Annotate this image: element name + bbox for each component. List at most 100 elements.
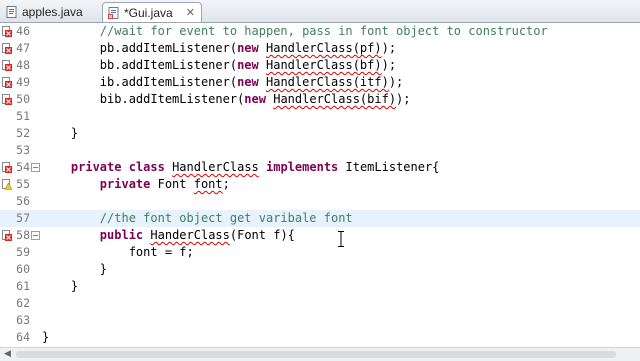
error-token: font	[193, 177, 223, 191]
error-marker-icon[interactable]	[2, 43, 12, 54]
keyword-token: private	[70, 160, 122, 174]
code-token: }	[42, 126, 79, 140]
code-token: Font	[150, 177, 194, 191]
error-marker-icon[interactable]	[2, 77, 12, 88]
code-text[interactable]: ib.addItemListener(new HandlerClass(itf)…	[42, 74, 403, 91]
code-text[interactable]: bb.addItemListener(new HandlerClass(bf))…	[42, 57, 396, 74]
scrollbar-thumb[interactable]	[16, 351, 616, 358]
code-text[interactable]: private Font font;	[42, 176, 230, 193]
code-line[interactable]: 47 pb.addItemListener(new HandlerClass(p…	[0, 40, 640, 57]
error-marker-icon[interactable]	[2, 162, 12, 173]
code-token: font = f;	[42, 245, 194, 259]
code-line[interactable]: 57 //the font object get varibale font	[0, 210, 640, 227]
error-marker-icon[interactable]	[2, 230, 12, 241]
code-text[interactable]: public HanderClass(Font f){	[42, 227, 295, 244]
horizontal-scrollbar[interactable]: ◀	[0, 347, 640, 361]
line-number: 59	[16, 245, 30, 259]
code-editor[interactable]: 46 //wait for event to happen, pass in f…	[0, 23, 640, 347]
comment-token: //wait for event to happen, pass in font…	[99, 24, 548, 38]
code-text[interactable]: //the font object get varibale font	[42, 210, 353, 227]
code-text[interactable]: }	[42, 125, 78, 142]
code-line[interactable]: 54− private class HandlerClass implement…	[0, 159, 640, 176]
code-text[interactable]: }	[42, 261, 107, 278]
code-token: pb.addItemListener(	[42, 41, 238, 55]
scroll-left-arrow-icon[interactable]: ◀	[4, 349, 11, 359]
code-text[interactable]: private class HandlerClass implements It…	[42, 159, 440, 176]
error-marker-icon[interactable]	[2, 26, 12, 37]
code-text[interactable]: pb.addItemListener(new HandlerClass(pf))…	[42, 40, 396, 57]
code-line[interactable]: 48 bb.addItemListener(new HandlerClass(b…	[0, 57, 640, 74]
code-token: (Font f){	[229, 228, 295, 242]
code-token: bb.addItemListener(	[42, 58, 238, 72]
code-line[interactable]: 51	[0, 108, 640, 125]
code-token: }	[42, 279, 79, 293]
code-line[interactable]: 64}	[0, 329, 640, 346]
java-file-error-icon	[108, 7, 119, 19]
code-token: );	[381, 41, 397, 55]
comment-token: //the font object get varibale font	[99, 211, 353, 225]
line-number: 63	[16, 313, 30, 327]
error-token: HandlerClass(bf)	[266, 58, 382, 72]
code-line[interactable]: 46 //wait for event to happen, pass in f…	[0, 23, 640, 40]
keyword-token: new	[237, 75, 259, 89]
line-number: 51	[16, 109, 30, 123]
code-line[interactable]: 52 }	[0, 125, 640, 142]
error-marker-icon[interactable]	[2, 60, 12, 71]
code-token: ;	[222, 177, 230, 191]
error-token: HandlerClass(bif)	[273, 92, 397, 106]
code-line[interactable]: 62	[0, 295, 640, 312]
code-text[interactable]: //wait for event to happen, pass in font…	[42, 23, 548, 40]
error-marker-icon[interactable]	[2, 94, 12, 105]
tab-gui-java[interactable]: *Gui.java ✕	[102, 2, 202, 22]
code-token: bib.addItemListener(	[42, 92, 245, 106]
code-token: ItemListener{	[338, 160, 440, 174]
line-number: 62	[16, 296, 30, 310]
code-line[interactable]: 61 }	[0, 278, 640, 295]
java-file-icon	[6, 6, 17, 18]
error-token: HandlerClass(itf)	[266, 75, 389, 89]
tab-apples-java[interactable]: apples.java	[0, 2, 100, 22]
tab-label: *Gui.java	[124, 6, 173, 20]
fold-toggle-icon[interactable]: −	[31, 231, 40, 240]
line-number: 52	[16, 126, 30, 140]
editor-tab-bar: apples.java *Gui.java ✕	[0, 0, 640, 23]
code-text[interactable]: font = f;	[42, 244, 194, 261]
error-token: HandlerClass	[172, 160, 259, 174]
code-line[interactable]: 56	[0, 193, 640, 210]
code-line[interactable]: 63	[0, 312, 640, 329]
code-text[interactable]: }	[42, 278, 78, 295]
close-icon[interactable]: ✕	[186, 3, 195, 23]
error-token: HandlerClass(pf)	[266, 41, 382, 55]
line-number: 60	[16, 262, 30, 276]
code-line[interactable]: 59 font = f;	[0, 244, 640, 261]
keyword-token: new	[237, 58, 259, 72]
keyword-token: public	[99, 228, 144, 242]
code-token: ib.addItemListener(	[42, 75, 238, 89]
keyword-token: new	[237, 41, 259, 55]
code-line[interactable]: 58− public HanderClass(Font f){	[0, 227, 640, 244]
code-token: }	[42, 262, 108, 276]
line-number: 61	[16, 279, 30, 293]
line-number: 64	[16, 330, 30, 344]
code-line[interactable]: 50 bib.addItemListener(new HandlerClass(…	[0, 91, 640, 108]
code-line[interactable]: 55 private Font font;	[0, 176, 640, 193]
warning-marker-icon[interactable]	[2, 179, 12, 190]
keyword-token: private	[99, 177, 151, 191]
tab-label: apples.java	[22, 5, 83, 19]
code-token: );	[388, 75, 404, 89]
code-token: );	[381, 58, 397, 72]
code-line[interactable]: 53	[0, 142, 640, 159]
code-line[interactable]: 49 ib.addItemListener(new HandlerClass(i…	[0, 74, 640, 91]
code-line[interactable]: 60 }	[0, 261, 640, 278]
code-text[interactable]: bib.addItemListener(new HandlerClass(bif…	[42, 91, 411, 108]
code-text[interactable]: }	[42, 329, 49, 346]
fold-toggle-icon[interactable]: −	[31, 163, 40, 172]
